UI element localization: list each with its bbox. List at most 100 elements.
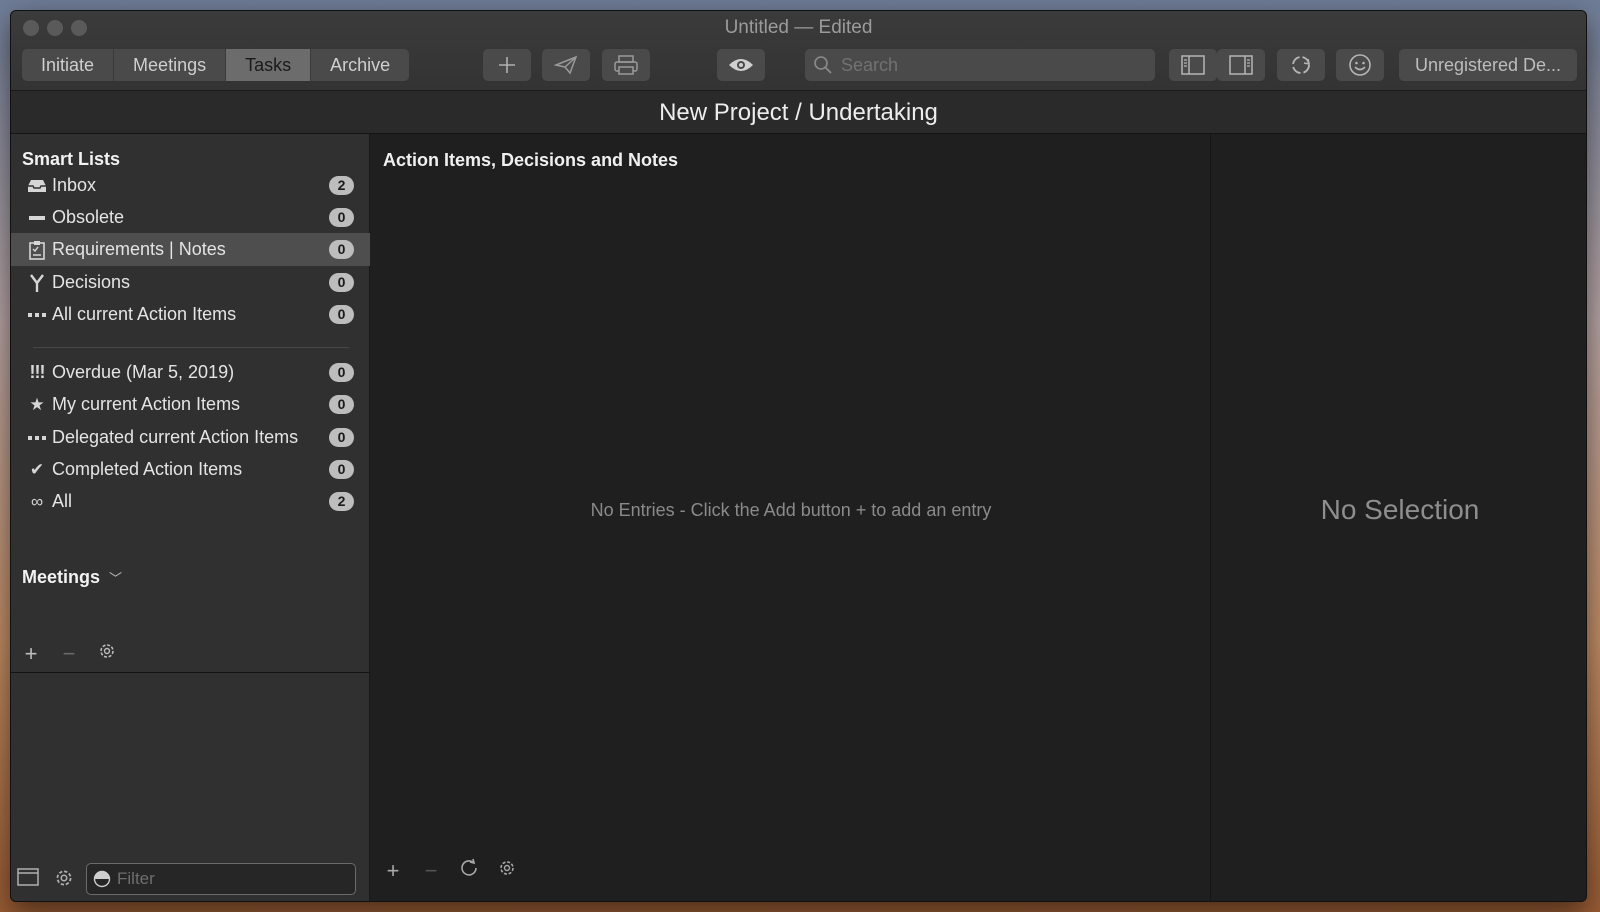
detail-pane: No Selection [1212,134,1586,901]
add-entry-button[interactable]: + [381,858,405,884]
count-badge: 0 [329,273,354,292]
toggle-left-pane-button[interactable] [1169,49,1217,81]
count-badge: 0 [329,460,354,479]
sidebar-item-my-current-action-items[interactable]: ★ My current Action Items 0 [11,388,370,421]
eye-icon [729,59,753,71]
left-sidebar-icon [1181,55,1205,75]
fork-icon [24,273,50,293]
sidebar: Smart Lists Inbox 2 Obsolete 0 Requireme… [11,134,370,901]
count-badge: 2 [329,176,354,195]
search-field[interactable] [805,49,1155,81]
sidebar-item-label: All current Action Items [52,304,237,324]
sidebar-item-label: All [52,491,73,511]
chevron-down-icon: ﹀ [109,571,123,586]
send-button[interactable] [542,49,590,81]
window-icon [17,868,39,886]
search-icon [814,56,832,74]
sidebar-settings-button[interactable] [53,867,75,894]
filter-field[interactable] [86,863,356,895]
dots-icon [24,311,50,319]
printer-icon [614,55,638,75]
titlebar: Untitled — Edited Initiate Meetings Task… [11,11,1586,91]
toggle-sidebar-button[interactable] [17,868,39,891]
tab-archive[interactable]: Archive [311,49,409,81]
sidebar-item-delegated-action-items[interactable]: Delegated current Action Items 0 [11,421,370,454]
meetings-section-header[interactable]: Meetings ﹀ [22,567,122,588]
plus-icon [499,57,515,73]
sync-button[interactable] [1277,49,1325,81]
tab-initiate[interactable]: Initiate [22,49,115,81]
checkmark-icon: ✔ [29,459,45,479]
count-badge: 0 [329,428,354,447]
filter-input[interactable] [117,869,347,889]
star-icon: ★ [29,394,45,414]
meetings-title: Meetings [22,567,101,587]
remove-smart-list-button[interactable]: − [57,641,81,667]
sidebar-footer [11,857,370,901]
count-badge: 0 [329,208,354,227]
add-button[interactable] [483,49,531,81]
sidebar-item-decisions[interactable]: Decisions 0 [11,266,370,299]
app-window: Untitled — Edited Initiate Meetings Task… [10,10,1587,902]
smart-list-settings-button[interactable] [95,641,119,667]
view-tabs: Initiate Meetings Tasks Archive [22,49,410,81]
sidebar-divider [33,347,349,348]
sidebar-item-label: My current Action Items [52,394,241,414]
exclamation-icon: !!! [29,362,46,382]
project-title: New Project / Undertaking [11,91,1586,134]
smart-lists-title: Smart Lists [22,149,121,169]
empty-state-message: No Entries - Click the Add button + to a… [590,500,992,520]
add-smart-list-button[interactable]: + [19,641,43,667]
sidebar-item-requirements-notes[interactable]: Requirements | Notes 0 [11,233,370,266]
smart-list-actions: + − [19,641,119,667]
tab-meetings[interactable]: Meetings [114,49,227,81]
right-sidebar-icon [1229,55,1253,75]
sidebar-item-label: Inbox [52,175,97,195]
inbox-icon [24,178,50,194]
entries-settings-button[interactable] [495,858,519,884]
feedback-button[interactable] [1336,49,1384,81]
toggle-right-pane-button[interactable] [1217,49,1265,81]
refresh-icon [461,858,477,876]
remove-entry-button[interactable]: − [419,858,443,884]
gear-icon [100,644,114,658]
sidebar-item-label: Obsolete [52,207,125,227]
sidebar-item-label: Requirements | Notes [52,239,226,259]
gear-icon [500,861,514,875]
count-badge: 2 [329,492,354,511]
count-badge: 0 [329,363,354,382]
smiley-icon [1349,54,1371,76]
sidebar-item-label: Completed Action Items [52,459,243,479]
refresh-button[interactable] [457,858,481,884]
preview-button[interactable] [717,49,765,81]
entries-actions: + − [381,858,519,884]
print-button[interactable] [602,49,650,81]
sidebar-item-obsolete[interactable]: Obsolete 0 [11,201,370,234]
infinity-icon: ∞ [30,491,44,511]
entries-pane: Action Items, Decisions and Notes No Ent… [371,134,1211,901]
dots-icon [24,434,50,442]
clipboard-icon [24,240,50,260]
no-selection-message: No Selection [1320,494,1480,525]
sidebar-item-overdue[interactable]: !!! Overdue (Mar 5, 2019) 0 [11,356,370,389]
sidebar-item-completed-action-items[interactable]: ✔ Completed Action Items 0 [11,453,370,486]
sidebar-item-all[interactable]: ∞ All 2 [11,485,370,518]
sync-icon [1292,56,1311,74]
filter-icon [93,870,111,888]
sidebar-item-label: Decisions [52,272,131,292]
paper-plane-icon [554,55,578,75]
sidebar-separator [11,672,370,673]
entries-title: Action Items, Decisions and Notes [383,150,679,170]
sidebar-item-inbox[interactable]: Inbox 2 [11,169,370,202]
sidebar-item-label: Overdue (Mar 5, 2019) [52,362,235,382]
sidebar-item-label: Delegated current Action Items [52,427,299,447]
sidebar-item-all-current-action-items[interactable]: All current Action Items 0 [11,298,370,331]
window-title: Untitled — Edited [724,17,873,38]
gear-icon [56,870,72,886]
minus-icon [24,210,50,226]
count-badge: 0 [329,305,354,324]
registration-button[interactable]: Unregistered De... [1399,49,1577,81]
search-input[interactable] [841,54,1141,76]
tab-tasks[interactable]: Tasks [226,49,312,81]
count-badge: 0 [329,395,354,414]
